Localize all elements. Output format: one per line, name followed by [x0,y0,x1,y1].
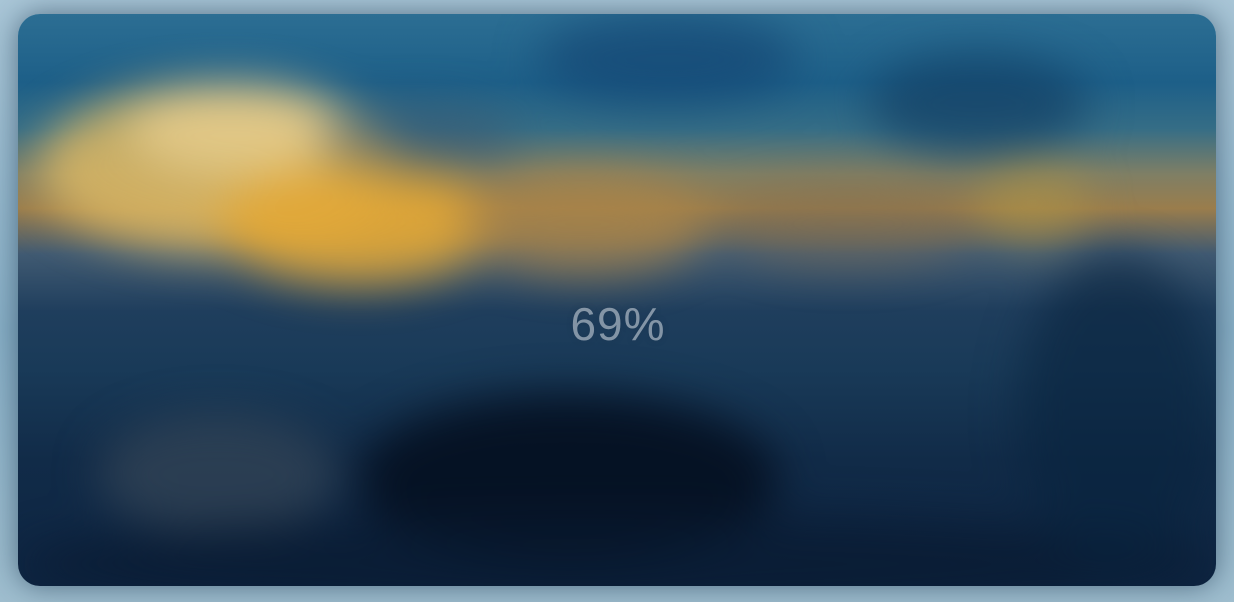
sunset-glow [128,84,348,174]
horizon-light [978,164,1088,244]
sky-shade [318,104,518,174]
horizon-light [458,174,708,274]
sunset-glow [218,164,498,284]
horizon-light [718,184,978,264]
blurred-preview-image: 69% [18,14,1216,586]
sky-shade [868,54,1088,154]
water-shadow [98,414,338,534]
loading-progress-text: 69% [570,298,666,350]
loading-screen: 69% [0,0,1234,602]
sky-shade [538,14,798,104]
